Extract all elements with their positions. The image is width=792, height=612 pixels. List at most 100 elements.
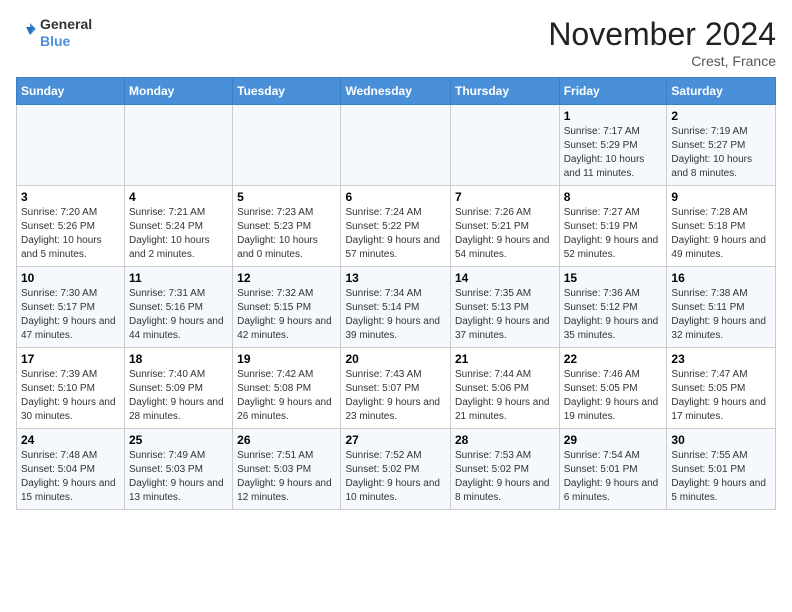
day-number: 9 bbox=[671, 190, 771, 204]
calendar-header-cell: Friday bbox=[559, 78, 667, 105]
day-info: Sunrise: 7:52 AM Sunset: 5:02 PM Dayligh… bbox=[345, 449, 446, 505]
calendar-cell: 26 Sunrise: 7:51 AM Sunset: 5:03 PM Dayli… bbox=[233, 429, 341, 510]
calendar-cell: 16 Sunrise: 7:38 AM Sunset: 5:11 PM Dayli… bbox=[667, 267, 776, 348]
day-info: Sunrise: 7:53 AM Sunset: 5:02 PM Dayligh… bbox=[455, 449, 555, 505]
day-info: Sunrise: 7:35 AM Sunset: 5:13 PM Dayligh… bbox=[455, 287, 555, 343]
day-info: Sunrise: 7:39 AM Sunset: 5:10 PM Dayligh… bbox=[21, 368, 120, 424]
day-number: 21 bbox=[455, 352, 555, 366]
logo-container: General Blue bbox=[16, 16, 92, 50]
title-area: November 2024 Crest, France bbox=[548, 16, 776, 69]
day-number: 28 bbox=[455, 433, 555, 447]
day-number: 17 bbox=[21, 352, 120, 366]
day-info: Sunrise: 7:31 AM Sunset: 5:16 PM Dayligh… bbox=[129, 287, 228, 343]
calendar-cell: 7Sunrise: 7:26 AM Sunset: 5:21 PM Daylig… bbox=[450, 186, 559, 267]
logo-line2: Blue bbox=[40, 33, 92, 50]
header: General Blue November 2024 Crest, France bbox=[16, 16, 776, 69]
day-info: Sunrise: 7:48 AM Sunset: 5:04 PM Dayligh… bbox=[21, 449, 120, 505]
day-number: 20 bbox=[345, 352, 446, 366]
calendar-cell: 24 Sunrise: 7:48 AM Sunset: 5:04 PM Dayli… bbox=[17, 429, 125, 510]
calendar-header-cell: Monday bbox=[125, 78, 233, 105]
day-info: Sunrise: 7:49 AM Sunset: 5:03 PM Dayligh… bbox=[129, 449, 228, 505]
calendar-cell: 14Sunrise: 7:35 AM Sunset: 5:13 PM Dayli… bbox=[450, 267, 559, 348]
calendar-cell: 27Sunrise: 7:52 AM Sunset: 5:02 PM Dayli… bbox=[341, 429, 451, 510]
day-info: Sunrise: 7:32 AM Sunset: 5:15 PM Dayligh… bbox=[237, 287, 336, 343]
month-title: November 2024 bbox=[548, 16, 776, 53]
day-info: Sunrise: 7:28 AM Sunset: 5:18 PM Dayligh… bbox=[671, 206, 771, 262]
day-number: 18 bbox=[129, 352, 228, 366]
calendar-cell: 25 Sunrise: 7:49 AM Sunset: 5:03 PM Dayli… bbox=[125, 429, 233, 510]
calendar-cell: 10 Sunrise: 7:30 AM Sunset: 5:17 PM Dayli… bbox=[17, 267, 125, 348]
calendar-body: 1Sunrise: 7:17 AM Sunset: 5:29 PM Daylig… bbox=[17, 105, 776, 510]
day-info: Sunrise: 7:54 AM Sunset: 5:01 PM Dayligh… bbox=[564, 449, 663, 505]
day-number: 24 bbox=[21, 433, 120, 447]
calendar-cell: 12 Sunrise: 7:32 AM Sunset: 5:15 PM Dayli… bbox=[233, 267, 341, 348]
calendar-cell: 22 Sunrise: 7:46 AM Sunset: 5:05 PM Dayli… bbox=[559, 348, 667, 429]
calendar-header-cell: Wednesday bbox=[341, 78, 451, 105]
logo-bird-icon bbox=[16, 19, 36, 47]
day-info: Sunrise: 7:43 AM Sunset: 5:07 PM Dayligh… bbox=[345, 368, 446, 424]
calendar-header-cell: Thursday bbox=[450, 78, 559, 105]
day-number: 13 bbox=[345, 271, 446, 285]
day-info: Sunrise: 7:36 AM Sunset: 5:12 PM Dayligh… bbox=[564, 287, 663, 343]
calendar-week-row: 1Sunrise: 7:17 AM Sunset: 5:29 PM Daylig… bbox=[17, 105, 776, 186]
day-number: 8 bbox=[564, 190, 663, 204]
day-info: Sunrise: 7:38 AM Sunset: 5:11 PM Dayligh… bbox=[671, 287, 771, 343]
calendar-header-row: SundayMondayTuesdayWednesdayThursdayFrid… bbox=[17, 78, 776, 105]
day-number: 3 bbox=[21, 190, 120, 204]
logo-text: General Blue bbox=[40, 16, 92, 50]
day-number: 26 bbox=[237, 433, 336, 447]
day-number: 1 bbox=[564, 109, 663, 123]
calendar-cell: 1Sunrise: 7:17 AM Sunset: 5:29 PM Daylig… bbox=[559, 105, 667, 186]
day-info: Sunrise: 7:20 AM Sunset: 5:26 PM Dayligh… bbox=[21, 206, 120, 262]
day-info: Sunrise: 7:51 AM Sunset: 5:03 PM Dayligh… bbox=[237, 449, 336, 505]
calendar-header-cell: Saturday bbox=[667, 78, 776, 105]
day-info: Sunrise: 7:21 AM Sunset: 5:24 PM Dayligh… bbox=[129, 206, 228, 262]
day-info: Sunrise: 7:46 AM Sunset: 5:05 PM Dayligh… bbox=[564, 368, 663, 424]
calendar-cell bbox=[17, 105, 125, 186]
logo-line1: General bbox=[40, 16, 92, 33]
day-number: 6 bbox=[345, 190, 446, 204]
day-number: 25 bbox=[129, 433, 228, 447]
day-number: 12 bbox=[237, 271, 336, 285]
day-info: Sunrise: 7:30 AM Sunset: 5:17 PM Dayligh… bbox=[21, 287, 120, 343]
day-number: 16 bbox=[671, 271, 771, 285]
day-number: 10 bbox=[21, 271, 120, 285]
calendar-cell: 5 Sunrise: 7:23 AM Sunset: 5:23 PM Daylig… bbox=[233, 186, 341, 267]
calendar-header-cell: Tuesday bbox=[233, 78, 341, 105]
day-info: Sunrise: 7:47 AM Sunset: 5:05 PM Dayligh… bbox=[671, 368, 771, 424]
calendar-cell: 6 Sunrise: 7:24 AM Sunset: 5:22 PM Daylig… bbox=[341, 186, 451, 267]
calendar-cell bbox=[341, 105, 451, 186]
day-info: Sunrise: 7:23 AM Sunset: 5:23 PM Dayligh… bbox=[237, 206, 336, 262]
day-number: 22 bbox=[564, 352, 663, 366]
day-number: 15 bbox=[564, 271, 663, 285]
day-info: Sunrise: 7:34 AM Sunset: 5:14 PM Dayligh… bbox=[345, 287, 446, 343]
calendar-cell: 2Sunrise: 7:19 AM Sunset: 5:27 PM Daylig… bbox=[667, 105, 776, 186]
day-number: 5 bbox=[237, 190, 336, 204]
calendar-cell: 4 Sunrise: 7:21 AM Sunset: 5:24 PM Daylig… bbox=[125, 186, 233, 267]
calendar-cell bbox=[450, 105, 559, 186]
calendar-cell: 28 Sunrise: 7:53 AM Sunset: 5:02 PM Dayli… bbox=[450, 429, 559, 510]
day-info: Sunrise: 7:24 AM Sunset: 5:22 PM Dayligh… bbox=[345, 206, 446, 262]
calendar-cell bbox=[125, 105, 233, 186]
calendar-cell: 19Sunrise: 7:42 AM Sunset: 5:08 PM Dayli… bbox=[233, 348, 341, 429]
day-number: 30 bbox=[671, 433, 771, 447]
calendar-cell: 3 Sunrise: 7:20 AM Sunset: 5:26 PM Daylig… bbox=[17, 186, 125, 267]
day-number: 11 bbox=[129, 271, 228, 285]
calendar-cell bbox=[233, 105, 341, 186]
calendar-cell: 23Sunrise: 7:47 AM Sunset: 5:05 PM Dayli… bbox=[667, 348, 776, 429]
day-info: Sunrise: 7:42 AM Sunset: 5:08 PM Dayligh… bbox=[237, 368, 336, 424]
calendar-cell: 20 Sunrise: 7:43 AM Sunset: 5:07 PM Dayli… bbox=[341, 348, 451, 429]
calendar-cell: 30 Sunrise: 7:55 AM Sunset: 5:01 PM Dayli… bbox=[667, 429, 776, 510]
calendar-cell: 13 Sunrise: 7:34 AM Sunset: 5:14 PM Dayli… bbox=[341, 267, 451, 348]
location: Crest, France bbox=[548, 53, 776, 69]
day-info: Sunrise: 7:55 AM Sunset: 5:01 PM Dayligh… bbox=[671, 449, 771, 505]
calendar-cell: 11 Sunrise: 7:31 AM Sunset: 5:16 PM Dayli… bbox=[125, 267, 233, 348]
calendar-cell: 17 Sunrise: 7:39 AM Sunset: 5:10 PM Dayli… bbox=[17, 348, 125, 429]
day-number: 29 bbox=[564, 433, 663, 447]
calendar-week-row: 10 Sunrise: 7:30 AM Sunset: 5:17 PM Dayli… bbox=[17, 267, 776, 348]
logo: General Blue bbox=[16, 16, 92, 50]
calendar-cell: 15 Sunrise: 7:36 AM Sunset: 5:12 PM Dayli… bbox=[559, 267, 667, 348]
day-number: 4 bbox=[129, 190, 228, 204]
calendar-cell: 18Sunrise: 7:40 AM Sunset: 5:09 PM Dayli… bbox=[125, 348, 233, 429]
calendar-cell: 29 Sunrise: 7:54 AM Sunset: 5:01 PM Dayli… bbox=[559, 429, 667, 510]
